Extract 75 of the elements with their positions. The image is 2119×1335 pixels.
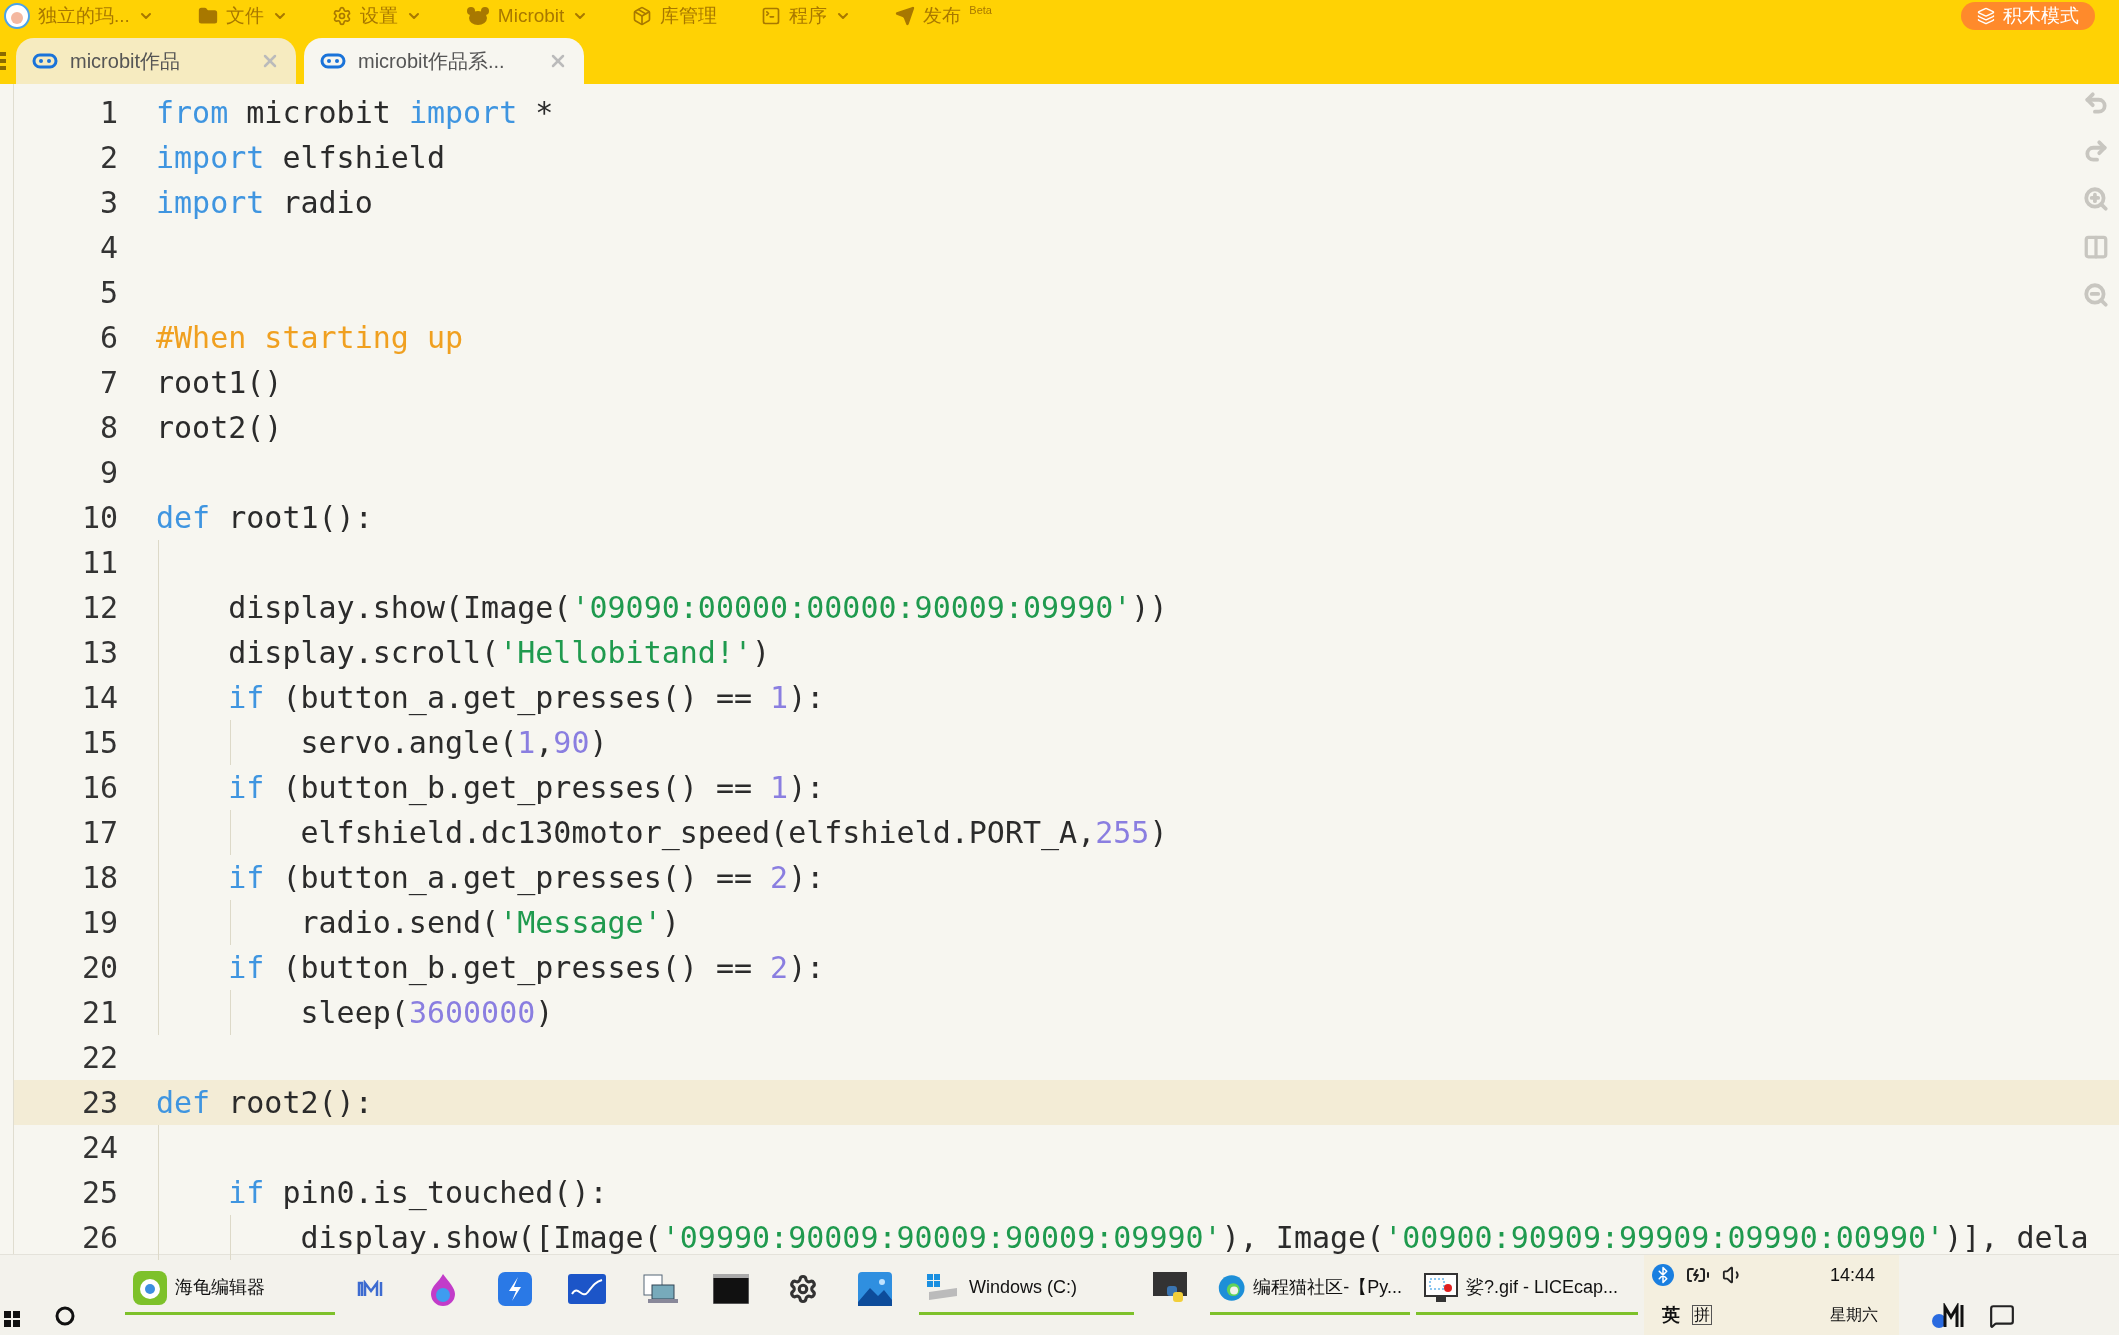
line-number: 24 (80, 1129, 118, 1167)
code-text: root2() (156, 410, 283, 445)
clock-day[interactable]: 星期六 (1829, 1303, 1891, 1327)
code-text: #When starting up (156, 320, 464, 355)
line-number: 17 (80, 814, 118, 852)
line-number: 22 (80, 1039, 118, 1077)
ime-language[interactable]: 英 (1662, 1301, 1680, 1329)
avatar-icon (4, 3, 30, 29)
windows-icon[interactable] (4, 1311, 20, 1327)
taskbar-window[interactable]: 海龟编辑器 (125, 1263, 335, 1315)
line-number: 2 (98, 139, 118, 177)
taskbar-window[interactable]: 编程猫社区-【Py... (1210, 1263, 1410, 1315)
settings-icon (331, 6, 352, 26)
line-number: 1 (98, 94, 118, 132)
screen-record-icon (1424, 1272, 1458, 1303)
line-number: 6 (98, 319, 118, 357)
line-number: 12 (80, 589, 118, 627)
line-number: 8 (98, 409, 118, 447)
code-text: sleep(3600000) (299, 995, 554, 1030)
code-text: def root1(): (156, 500, 373, 535)
line-number: 25 (80, 1174, 118, 1212)
taskbar-window[interactable]: 娑?.gif - LICEcap... (1416, 1263, 1638, 1315)
line-number: 10 (80, 499, 118, 537)
line-number: 16 (80, 769, 118, 807)
ime-mode[interactable]: 拼 (1692, 1305, 1712, 1325)
line-number: 23 (80, 1084, 118, 1122)
line-number: 18 (80, 859, 118, 897)
code-text: radio.send('Message') (299, 905, 680, 940)
line-number: 4 (98, 229, 118, 267)
line-number: 9 (98, 454, 118, 492)
line-number: 14 (80, 679, 118, 717)
folder-icon (197, 6, 218, 26)
send-icon (895, 6, 916, 26)
code-text: display.show([Image('09990:90009:90009:90009:09990'), Image('00900:90909:99909:09990:00990')], dela (299, 1220, 2089, 1255)
code-text: display.show(Image('09090:00000:00000:90009:09990')) (227, 590, 1168, 625)
taskbar-window[interactable]: Windows (C:) (919, 1263, 1134, 1315)
package-icon (632, 6, 653, 26)
code-text: servo.angle(1,90) (299, 725, 608, 760)
bear-icon (465, 6, 490, 26)
editor-tab[interactable]: microbit作品系... (304, 38, 584, 84)
code-text: from microbit import * (156, 95, 554, 130)
line-number: 5 (98, 274, 118, 312)
code-text: if (button_a.get_presses() == 2): (227, 860, 825, 895)
code-text: display.scroll('Hellobitand!') (227, 635, 771, 670)
code-text: import radio (156, 185, 373, 220)
code-text: if pin0.is_touched(): (227, 1175, 608, 1210)
turtle-app-icon (133, 1270, 167, 1305)
line-number: 3 (98, 184, 118, 222)
bluetooth-icon[interactable] (1652, 1264, 1674, 1286)
code-text: import elfshield (156, 140, 445, 175)
code-text: elfshield.dc130motor_speed(elfshield.PORT_A,255) (299, 815, 1168, 850)
line-number: 21 (80, 994, 118, 1032)
code-text: root1() (156, 365, 283, 400)
line-number: 13 (80, 634, 118, 672)
line-number: 26 (80, 1219, 118, 1257)
code-text: if (button_a.get_presses() == 1): (227, 680, 825, 715)
line-number: 11 (80, 544, 118, 582)
code-text: if (button_b.get_presses() == 2): (227, 950, 825, 985)
text-logo-icon[interactable] (1931, 1303, 1965, 1329)
line-number: 20 (80, 949, 118, 987)
microbit-icon (320, 53, 346, 69)
layers-icon (1977, 7, 1995, 25)
notification-icon[interactable] (1989, 1303, 2015, 1329)
search-icon[interactable] (54, 1305, 76, 1327)
line-number: 19 (80, 904, 118, 942)
editor-tab[interactable]: microbit作品 (16, 38, 296, 84)
clock-time[interactable]: 14:44 (1829, 1261, 1891, 1289)
sidebar-toggle-icon (0, 50, 8, 72)
code-text: if (button_b.get_presses() == 1): (227, 770, 825, 805)
line-number: 7 (98, 364, 118, 402)
line-number: 15 (80, 724, 118, 762)
code-text: def root2(): (156, 1085, 373, 1120)
microbit-icon (32, 53, 58, 69)
beta-label: Beta (969, 2, 992, 18)
terminal-icon (761, 6, 782, 26)
